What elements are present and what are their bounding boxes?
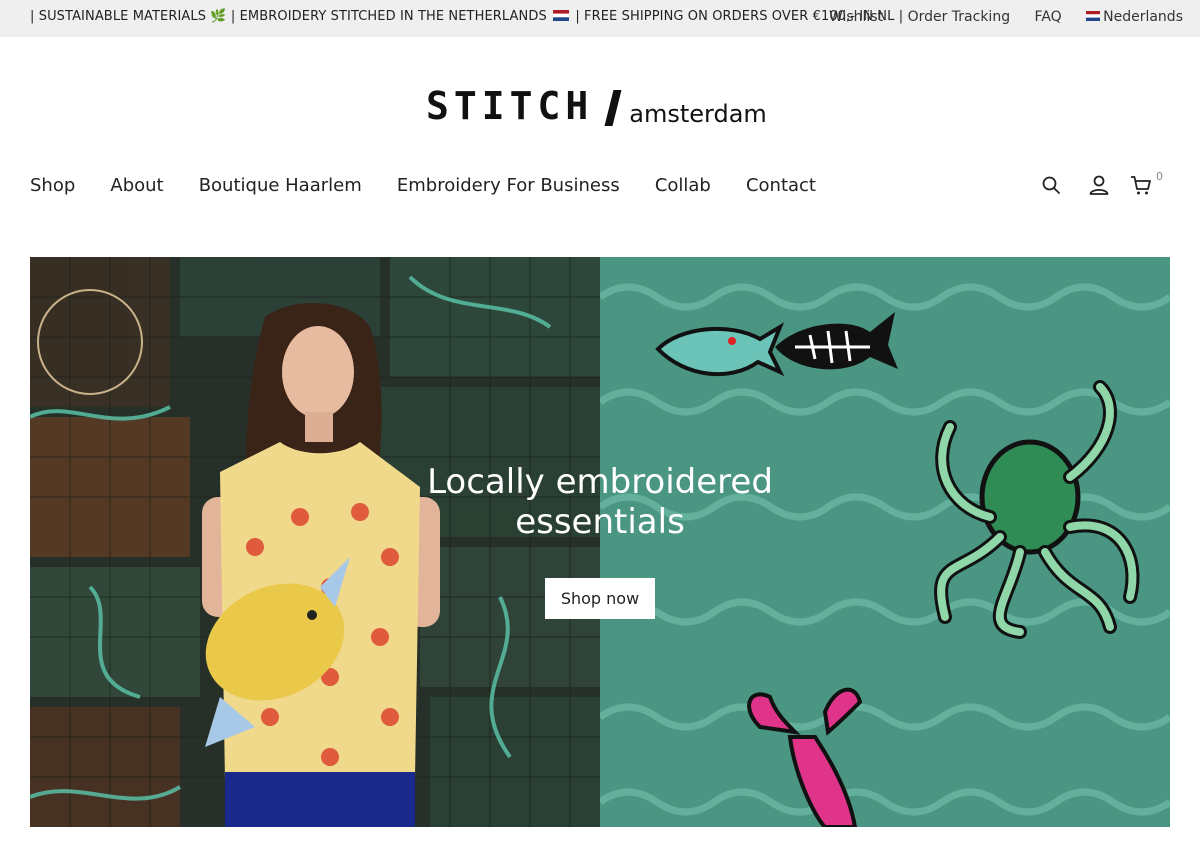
hero-title-line-2: essentials: [515, 502, 685, 542]
nav-item-about[interactable]: About: [110, 175, 163, 196]
announcement-text-1: | SUSTAINABLE MATERIALS: [30, 9, 207, 24]
logo-sub: amsterdam: [629, 100, 767, 128]
faq-link[interactable]: FAQ: [1035, 9, 1062, 25]
wishlist-link[interactable]: Wishlist: [829, 9, 883, 25]
language-label: Nederlands: [1103, 9, 1183, 25]
logo-brand: STITCH: [426, 84, 594, 128]
header-icons: 0: [1030, 170, 1170, 198]
hero-heading: Locally embroidered essentials: [30, 462, 1170, 542]
top-links: Wishlist Order Tracking FAQ Nederlands: [809, 9, 1183, 25]
search-icon[interactable]: [1040, 174, 1062, 196]
nav-item-shop[interactable]: Shop: [30, 175, 75, 196]
announcement-text-2: | EMBROIDERY STITCHED IN THE NETHERLANDS: [230, 9, 547, 24]
hero-photo-illustration: [30, 257, 600, 827]
main-nav: Shop About Boutique Haarlem Embroidery F…: [30, 175, 846, 199]
order-tracking-link[interactable]: Order Tracking: [908, 9, 1011, 25]
hero-banner: Locally embroidered essentials Shop now: [30, 257, 1170, 827]
hero-title-line-1: Locally embroidered: [427, 462, 773, 502]
dutch-flag-icon: [1086, 11, 1101, 21]
shop-now-button[interactable]: Shop now: [545, 578, 655, 619]
language-switcher[interactable]: Nederlands: [1086, 9, 1183, 25]
hero-teal-patches: [600, 257, 1170, 827]
leaf-icon: 🌿: [210, 9, 227, 24]
nav-item-collab[interactable]: Collab: [655, 175, 711, 196]
dutch-flag-icon: [553, 10, 570, 21]
announcement-marquee: | SUSTAINABLE MATERIALS 🌿 | EMBROIDERY S…: [30, 9, 903, 24]
embroidered-patches-illustration: [600, 257, 1170, 827]
nav-item-contact[interactable]: Contact: [746, 175, 816, 196]
hero-photo-girl-with-fish-bag: [30, 257, 600, 827]
cart-count: 0: [1156, 170, 1163, 183]
site-logo[interactable]: STITCH amsterdam: [426, 84, 767, 128]
cart-icon[interactable]: [1130, 174, 1152, 196]
nav-item-boutique-haarlem[interactable]: Boutique Haarlem: [199, 175, 362, 196]
account-icon[interactable]: [1088, 174, 1110, 196]
logo-slash: [604, 90, 622, 126]
announcement-bar: | SUSTAINABLE MATERIALS 🌿 | EMBROIDERY S…: [0, 0, 1200, 37]
nav-item-embroidery-for-business[interactable]: Embroidery For Business: [397, 175, 620, 196]
